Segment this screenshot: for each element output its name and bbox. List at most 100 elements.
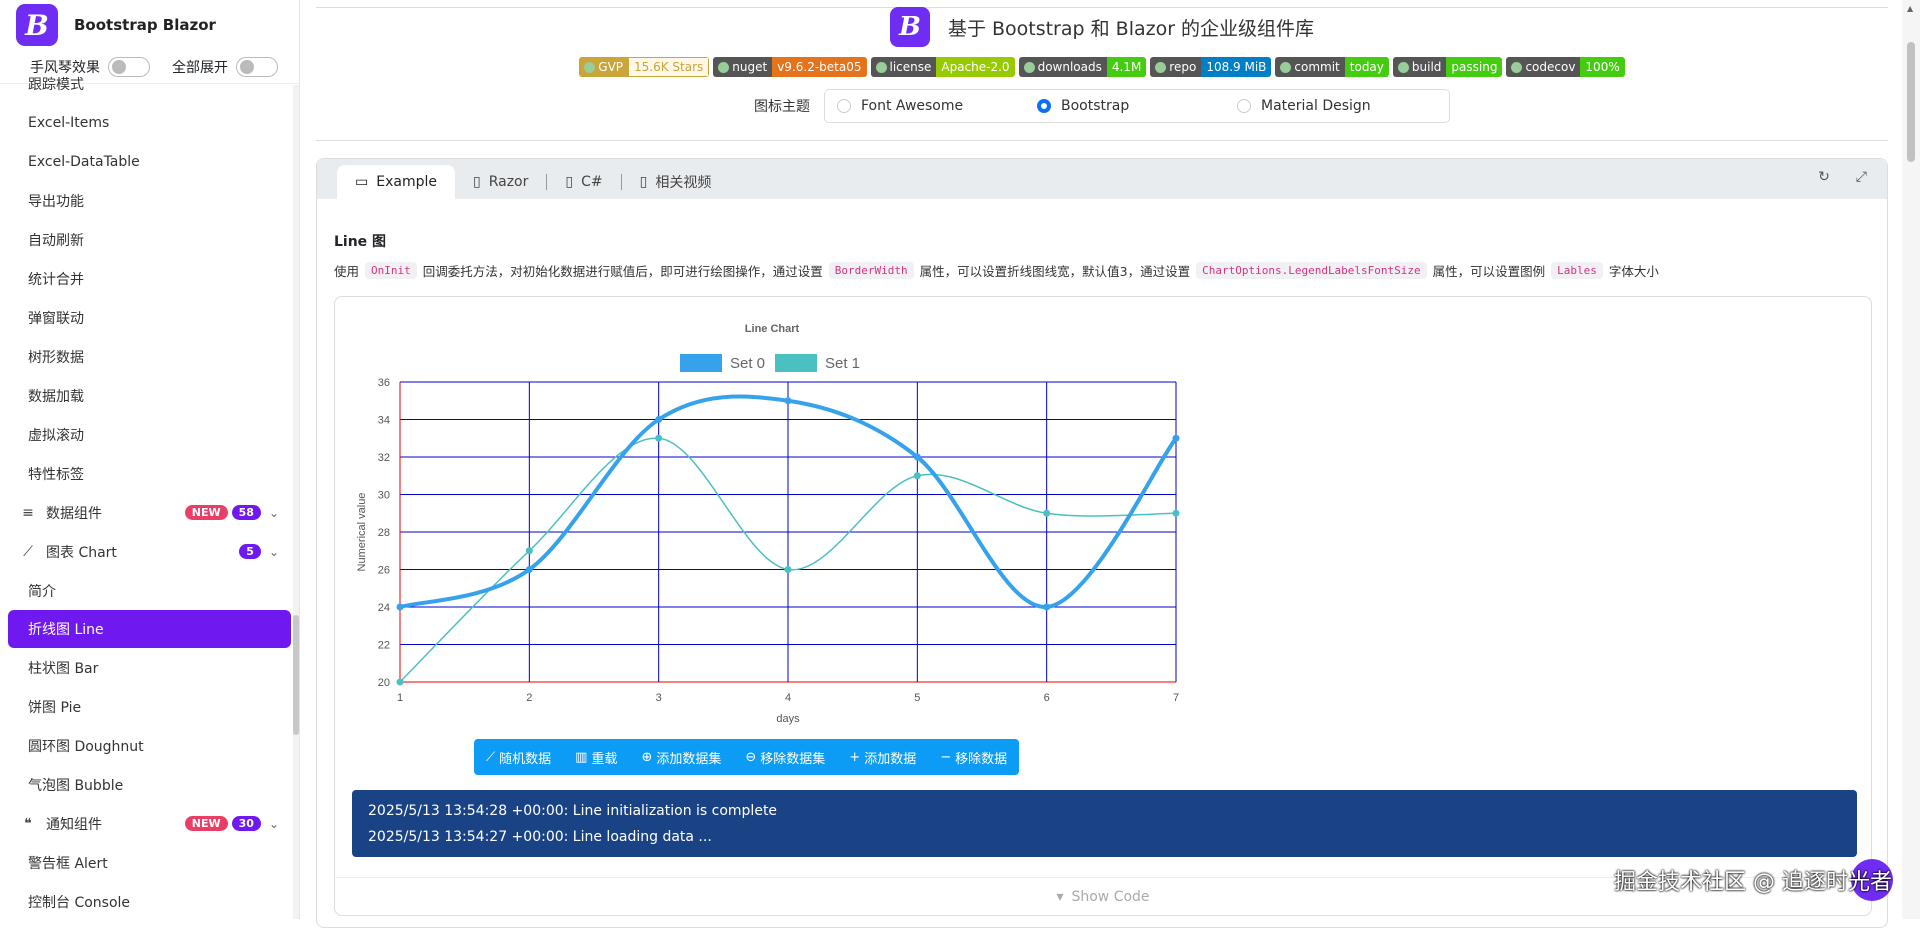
x-tick-label: 4 xyxy=(785,692,791,704)
inline-code: ChartOptions.LegendLabelsFontSize xyxy=(1196,262,1427,279)
button-label: 移除数据集 xyxy=(760,751,826,767)
expand-all-switch[interactable] xyxy=(236,56,278,77)
tab-example[interactable]: ▭ Example xyxy=(337,165,455,199)
sidebar-item[interactable]: 虚拟滚动 xyxy=(0,415,299,454)
y-tick-label: 30 xyxy=(378,490,390,502)
chart-line-icon: ⟋ xyxy=(486,749,496,765)
sidebar-item[interactable]: 饼图 Pie xyxy=(0,687,299,726)
scroll-up-arrow-icon[interactable]: ▲ xyxy=(1907,4,1913,13)
theme-radio-option[interactable]: Material Design xyxy=(1237,98,1437,114)
sidebar-item[interactable]: 特性标签 xyxy=(0,454,299,493)
shield-badge[interactable]: downloads 4.1M xyxy=(1018,57,1147,77)
tab-csharp[interactable]: ▯ C# xyxy=(547,165,620,199)
sidebar-item[interactable]: 简介 xyxy=(0,571,299,610)
remove-dataset-button[interactable]: ⊖ 移除数据集 xyxy=(745,748,825,767)
tab-videos[interactable]: ▯ 相关视频 xyxy=(622,165,730,199)
sidebar-item[interactable]: ❝ 通知组件 NEW 30 ⌄ xyxy=(0,804,299,843)
plus-icon: + xyxy=(849,749,861,765)
data-point xyxy=(396,678,404,686)
add-dataset-button[interactable]: ⊕ 添加数据集 xyxy=(641,748,721,767)
radio-label: Font Awesome xyxy=(861,98,964,114)
file-code-icon: ▯ xyxy=(472,174,481,190)
fullscreen-icon[interactable]: ⤢ xyxy=(1856,169,1867,185)
log-line: 2025/5/13 13:54:28 +00:00: Line initiali… xyxy=(368,803,778,819)
sidebar-item[interactable]: 圆环图 Doughnut xyxy=(0,726,299,765)
sidebar-item[interactable]: 折线图 Line xyxy=(8,610,291,648)
add-data-button[interactable]: + 添加数据 xyxy=(849,748,916,767)
shield-label-text: GVP xyxy=(598,60,624,74)
shield-badge[interactable]: codecov 100% xyxy=(1506,57,1625,77)
sidebar-item[interactable]: 警告框 Alert xyxy=(0,843,299,882)
data-point xyxy=(784,566,792,573)
icon-theme-label: 图标主题 xyxy=(754,99,810,115)
sidebar-item[interactable]: 气泡图 Bubble xyxy=(0,765,299,804)
section-title: Line 图 xyxy=(334,234,387,250)
sidebar-item-label: 饼图 Pie xyxy=(28,699,82,716)
reload-button[interactable]: ▥ 重载 xyxy=(575,748,617,767)
button-label: 添加数据集 xyxy=(656,751,722,767)
sidebar-item[interactable]: 控制台 Console xyxy=(0,882,299,919)
sidebar-item[interactable]: Excel-DataTable xyxy=(0,142,299,181)
shield-badge[interactable]: GVP 15.6K Stars xyxy=(579,57,710,77)
sidebar-item-label: 折线图 Line xyxy=(28,622,104,638)
theme-radio-option[interactable]: Font Awesome xyxy=(837,98,1037,114)
button-label: 随机数据 xyxy=(499,751,552,767)
radio-button[interactable] xyxy=(837,99,851,113)
sidebar-item[interactable]: 统计合并 xyxy=(0,259,299,298)
random-data-button[interactable]: ⟋ 随机数据 xyxy=(486,748,551,767)
sidebar-item[interactable]: 导出功能 xyxy=(0,181,299,220)
button-label: 添加数据 xyxy=(864,751,917,767)
header-divider xyxy=(316,140,1888,141)
log-line: 2025/5/13 13:54:27 +00:00: Line loading … xyxy=(368,829,712,845)
radio-button[interactable] xyxy=(1037,99,1051,113)
shield-value: 4.1M xyxy=(1106,57,1147,77)
header-logo: B xyxy=(889,7,930,47)
sidebar-item[interactable]: 弹窗联动 xyxy=(0,298,299,337)
sidebar-item[interactable]: 树形数据 xyxy=(0,337,299,376)
card-tools: ↻ ⤢ xyxy=(1818,169,1867,185)
inline-code: Lables xyxy=(1551,262,1603,279)
shield-badge[interactable]: repo 108.9 MiB xyxy=(1150,57,1272,77)
shield-badge[interactable]: build passing xyxy=(1392,57,1503,77)
badge-group: NEW 58 ⌄ xyxy=(184,505,279,520)
remove-data-button[interactable]: − 移除数据 xyxy=(940,748,1007,767)
line-chart: Line ChartSet 0 Set 12022242628303234361 2… xyxy=(356,323,1180,725)
refresh-icon[interactable]: ↻ xyxy=(1818,169,1830,185)
count-badge: 58 xyxy=(231,505,261,520)
shield-badge[interactable]: license Apache-2.0 xyxy=(870,57,1015,77)
radio-button[interactable] xyxy=(1237,99,1251,113)
sidebar-scrollbar[interactable] xyxy=(293,85,299,919)
theme-radio-option[interactable]: Bootstrap xyxy=(1037,98,1237,114)
sidebar-item[interactable]: 自动刷新 xyxy=(0,220,299,259)
sidebar-scroll-thumb[interactable] xyxy=(293,615,299,735)
page-scroll-thumb[interactable] xyxy=(1907,42,1915,162)
button-label: 移除数据 xyxy=(955,751,1008,767)
shield-label: commit xyxy=(1275,57,1345,77)
brand[interactable]: B Bootstrap Blazor xyxy=(0,0,299,50)
x-tick-label: 2 xyxy=(526,692,532,704)
sidebar-item[interactable]: ⟋ 图表 Chart 5 ⌄ xyxy=(0,532,299,571)
shield-badge[interactable]: nuget v9.6.2-beta05 xyxy=(713,57,867,77)
sidebar-item[interactable]: ≡ 数据组件 NEW 58 ⌄ xyxy=(0,493,299,532)
tab-razor[interactable]: ▯ Razor xyxy=(455,165,546,199)
shield-logo-icon xyxy=(718,61,730,73)
data-point xyxy=(913,453,921,461)
sidebar-item-label: 控制台 Console xyxy=(28,894,131,911)
page-scrollbar[interactable]: ▲ xyxy=(1902,0,1920,919)
radio-label: Bootstrap xyxy=(1061,98,1130,114)
watermark: 掘金技术社区 @ 追逐时光者 xyxy=(1614,870,1892,895)
sidebar-item[interactable]: Excel-Items xyxy=(0,103,299,142)
shield-logo-icon xyxy=(1023,61,1035,73)
main-content: B 基于 Bootstrap 和 Blazor 的企业级组件库 GVP 15.6K… xyxy=(316,0,1888,928)
sidebar-item[interactable]: 柱状图 Bar xyxy=(0,648,299,687)
y-tick-label: 20 xyxy=(378,677,390,689)
sidebar-item-label: 通知组件 xyxy=(46,816,102,833)
video-file-icon: ▯ xyxy=(639,174,648,190)
shield-badge[interactable]: commit today xyxy=(1275,57,1389,77)
bar-chart-icon: ▥ xyxy=(575,749,588,765)
accordion-switch[interactable] xyxy=(108,56,150,77)
shield-label-text: repo xyxy=(1169,60,1197,74)
example-card: ▭ Example ▯ Razor ▯ C# ▯ 相关视频 ↻ ⤢ Line 图 xyxy=(316,158,1888,928)
y-tick-label: 28 xyxy=(378,527,390,539)
sidebar-item[interactable]: 数据加载 xyxy=(0,376,299,415)
